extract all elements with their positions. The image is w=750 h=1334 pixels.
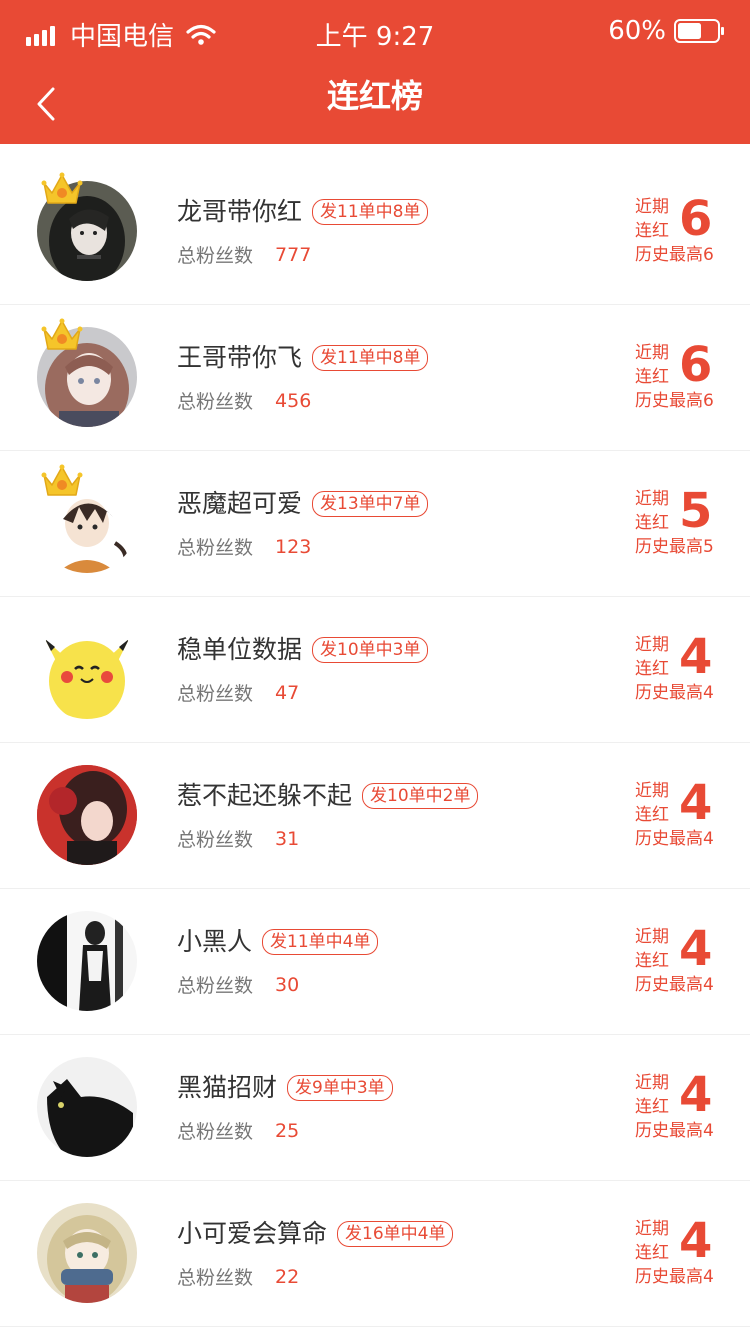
- fans-count: 31: [275, 827, 300, 850]
- user-name[interactable]: 小可爱会算命: [177, 1217, 327, 1251]
- fans-label: 总粉丝数: [177, 391, 254, 413]
- fans-label: 总粉丝数: [177, 245, 254, 267]
- streak-label-recent: 近期: [635, 635, 669, 655]
- streak-block: 近期连红 5 历史最高5: [635, 483, 735, 561]
- battery-icon: [674, 19, 724, 43]
- streak-count: 6: [679, 337, 713, 393]
- list-item[interactable]: 龙哥带你红 发11单中8单总粉丝数 777 近期连红 6 历史最高6: [0, 159, 750, 305]
- streak-count: 4: [679, 1067, 713, 1123]
- user-name[interactable]: 稳单位数据: [177, 633, 302, 667]
- streak-label-recent: 近期: [635, 1219, 669, 1239]
- best-streak: 历史最高4: [635, 975, 714, 995]
- record-badge: 发9单中3单: [287, 1075, 393, 1101]
- streak-label-streak: 连红: [635, 1097, 669, 1117]
- streak-label-streak: 连红: [635, 221, 669, 241]
- streak-block: 近期连红 6 历史最高6: [635, 337, 735, 415]
- crown-icon: [40, 169, 84, 209]
- streak-count: 4: [679, 921, 713, 977]
- battery-percent: 60%: [608, 16, 666, 46]
- fans-label: 总粉丝数: [177, 1267, 254, 1289]
- user-name[interactable]: 小黑人: [177, 925, 252, 959]
- status-bar: 中国电信 上午 9:27 60%: [0, 0, 750, 64]
- avatar[interactable]: [37, 1203, 137, 1303]
- crown-icon: [40, 461, 84, 501]
- streak-label-recent: 近期: [635, 781, 669, 801]
- user-name[interactable]: 龙哥带你红: [177, 195, 302, 229]
- avatar[interactable]: [37, 1057, 137, 1157]
- fans-label: 总粉丝数: [177, 829, 254, 851]
- best-streak: 历史最高4: [635, 829, 714, 849]
- streak-count: 4: [679, 1213, 713, 1269]
- list-item[interactable]: 小可爱会算命 发16单中4单总粉丝数 22 近期连红 4 历史最高4: [0, 1181, 750, 1327]
- page-title: 连红榜: [326, 77, 423, 115]
- record-badge: 发11单中8单: [312, 345, 429, 371]
- list-item[interactable]: 恶魔超可爱 发13单中7单总粉丝数 123 近期连红 5 历史最高5: [0, 451, 750, 597]
- best-streak: 历史最高5: [635, 537, 714, 557]
- streak-count: 4: [679, 629, 713, 685]
- avatar[interactable]: [37, 911, 137, 1011]
- streak-label-streak: 连红: [635, 513, 669, 533]
- record-badge: 发16单中4单: [337, 1221, 454, 1247]
- streak-block: 近期连红 4 历史最高4: [635, 1213, 735, 1291]
- user-name[interactable]: 惹不起还躲不起: [177, 779, 352, 813]
- streak-label-recent: 近期: [635, 1073, 669, 1093]
- fans-count: 30: [275, 973, 300, 996]
- best-streak: 历史最高4: [635, 683, 714, 703]
- streak-label-recent: 近期: [635, 489, 669, 509]
- fans-label: 总粉丝数: [177, 537, 254, 559]
- streak-label-streak: 连红: [635, 367, 669, 387]
- fans-count: 22: [275, 1265, 300, 1288]
- streak-label-recent: 近期: [635, 197, 669, 217]
- record-badge: 发13单中7单: [312, 491, 429, 517]
- fans-count: 456: [275, 389, 312, 412]
- best-streak: 历史最高6: [635, 245, 714, 265]
- record-badge: 发10单中2单: [362, 783, 479, 809]
- list-item[interactable]: 黑猫招财 发9单中3单总粉丝数 25 近期连红 4 历史最高4: [0, 1035, 750, 1181]
- streak-label-streak: 连红: [635, 951, 669, 971]
- ranking-list: 龙哥带你红 发11单中8单 总粉丝数 777 近期 连红 6 历史最高6 王哥带你飞 发11单中8…: [0, 159, 750, 1327]
- list-item[interactable]: 王哥带你飞 发11单中8单总粉丝数 456 近期连红 6 历史最高6: [0, 305, 750, 451]
- user-name[interactable]: 恶魔超可爱: [177, 487, 302, 521]
- list-item[interactable]: 惹不起还躲不起 发10单中2单总粉丝数 31 近期连红 4 历史最高4: [0, 743, 750, 889]
- streak-block: 近期连红 4 历史最高4: [635, 775, 735, 853]
- header: 中国电信 上午 9:27 60% 连红榜: [0, 0, 750, 144]
- fans-count: 777: [275, 243, 312, 266]
- record-badge: 发11单中8单: [312, 199, 429, 225]
- list-item[interactable]: 小黑人 发11单中4单 总粉丝数 30 近期连红 4 历史最高4: [0, 889, 750, 1035]
- best-streak: 历史最高4: [635, 1121, 714, 1141]
- streak-label-streak: 连红: [635, 805, 669, 825]
- user-name[interactable]: 黑猫招财: [177, 1071, 277, 1105]
- fans-label: 总粉丝数: [177, 1121, 254, 1143]
- avatar[interactable]: [37, 619, 137, 719]
- streak-label-recent: 近期: [635, 343, 669, 363]
- streak-count: 4: [679, 775, 713, 831]
- fans-count: 47: [275, 681, 300, 704]
- streak-block: 近期连红 4 历史最高4: [635, 629, 735, 707]
- streak-count: 6: [679, 191, 713, 247]
- nav-bar: 连红榜: [0, 64, 750, 144]
- streak-count: 5: [679, 483, 713, 539]
- streak-block: 近期连红 4 历史最高4: [635, 921, 735, 999]
- user-name[interactable]: 王哥带你飞: [177, 341, 302, 375]
- streak-label-streak: 连红: [635, 659, 669, 679]
- streak-block: 近期连红 6 历史最高6: [635, 191, 735, 269]
- fans-count: 25: [275, 1119, 300, 1142]
- avatar[interactable]: [37, 765, 137, 865]
- best-streak: 历史最高6: [635, 391, 714, 411]
- best-streak: 历史最高4: [635, 1267, 714, 1287]
- streak-label-streak: 连红: [635, 1243, 669, 1263]
- streak-block: 近期连红 4 历史最高4: [635, 1067, 735, 1145]
- fans-count: 123: [275, 535, 312, 558]
- record-badge: 发11单中4单: [262, 929, 379, 955]
- fans-label: 总粉丝数: [177, 975, 254, 997]
- fans-label: 总粉丝数: [177, 683, 254, 705]
- crown-icon: [40, 315, 84, 355]
- streak-label-recent: 近期: [635, 927, 669, 947]
- record-badge: 发10单中3单: [312, 637, 429, 663]
- list-item[interactable]: 稳单位数据 发10单中3单总粉丝数 47 近期连红 4 历史最高4: [0, 597, 750, 743]
